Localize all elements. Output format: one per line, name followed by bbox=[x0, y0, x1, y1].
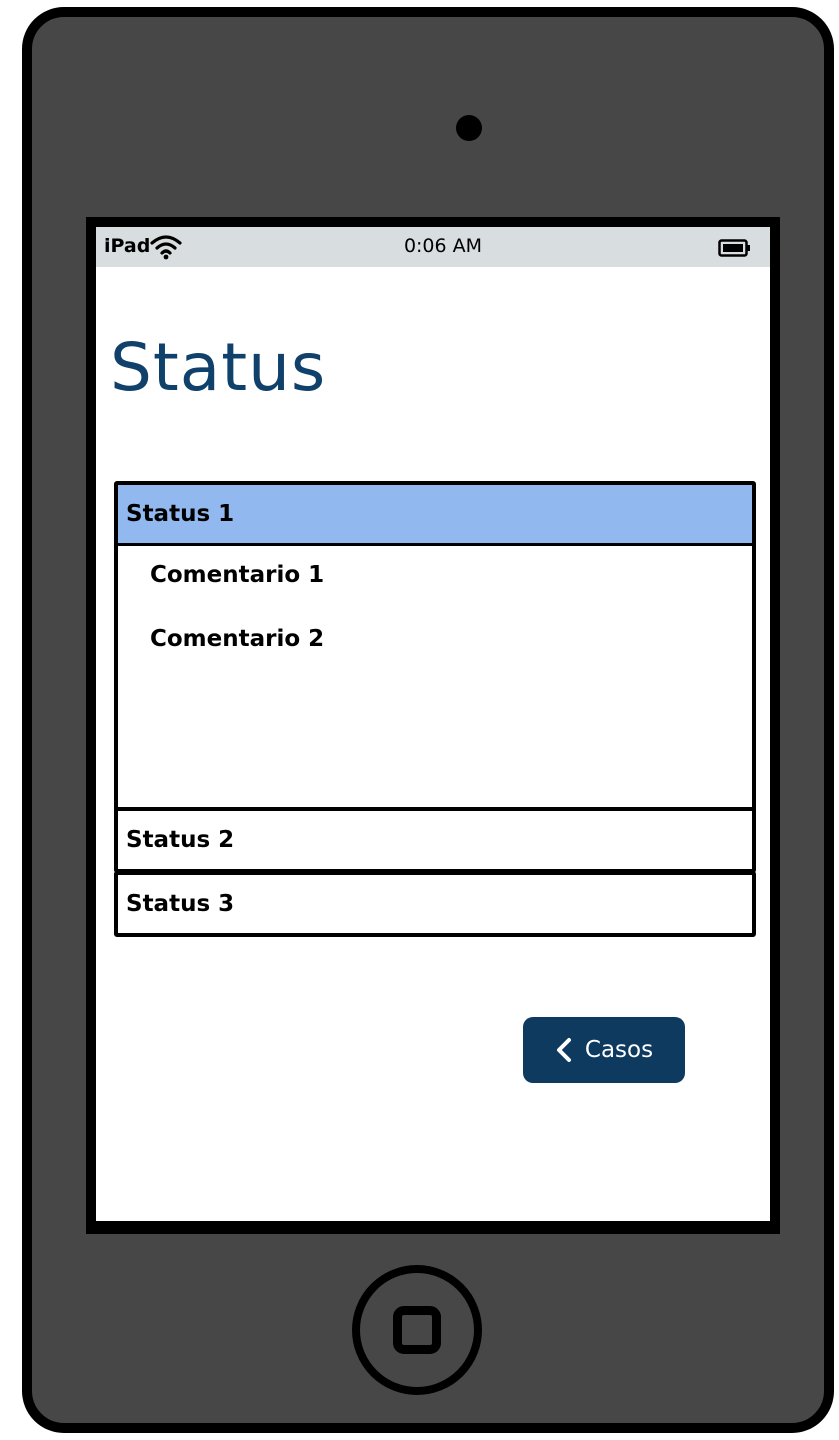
status-accordion: Status 1 Comentario 1 Comentario 2 Statu… bbox=[114, 481, 756, 939]
back-to-casos-button[interactable]: Casos bbox=[523, 1017, 685, 1083]
comment-item: Comentario 2 bbox=[150, 626, 325, 652]
home-square-icon bbox=[393, 1306, 441, 1354]
carrier-label: iPad bbox=[104, 235, 151, 257]
page-title: Status bbox=[110, 329, 327, 406]
battery-icon bbox=[718, 239, 752, 257]
clock-label: 0:06 AM bbox=[403, 235, 483, 257]
camera-dot bbox=[456, 115, 482, 141]
tablet-screen: iPad 0:06 AM Status Status 1 Comentario … bbox=[86, 217, 780, 1234]
accordion-header-status-2[interactable]: Status 2 bbox=[114, 807, 756, 873]
home-button[interactable] bbox=[352, 1265, 482, 1395]
accordion-header-status-3[interactable]: Status 3 bbox=[114, 871, 756, 937]
accordion-header-label: Status 3 bbox=[126, 891, 235, 917]
status-bar: iPad 0:06 AM bbox=[96, 227, 770, 267]
accordion-panel-status-1: Comentario 1 Comentario 2 bbox=[114, 543, 756, 811]
comment-item: Comentario 1 bbox=[150, 562, 325, 588]
accordion-header-label: Status 2 bbox=[126, 827, 235, 853]
accordion-header-label: Status 1 bbox=[126, 501, 235, 527]
wifi-icon bbox=[150, 234, 182, 260]
chevron-left-icon bbox=[555, 1037, 573, 1063]
accordion-header-status-1[interactable]: Status 1 bbox=[114, 481, 756, 547]
back-button-label: Casos bbox=[584, 1037, 654, 1063]
